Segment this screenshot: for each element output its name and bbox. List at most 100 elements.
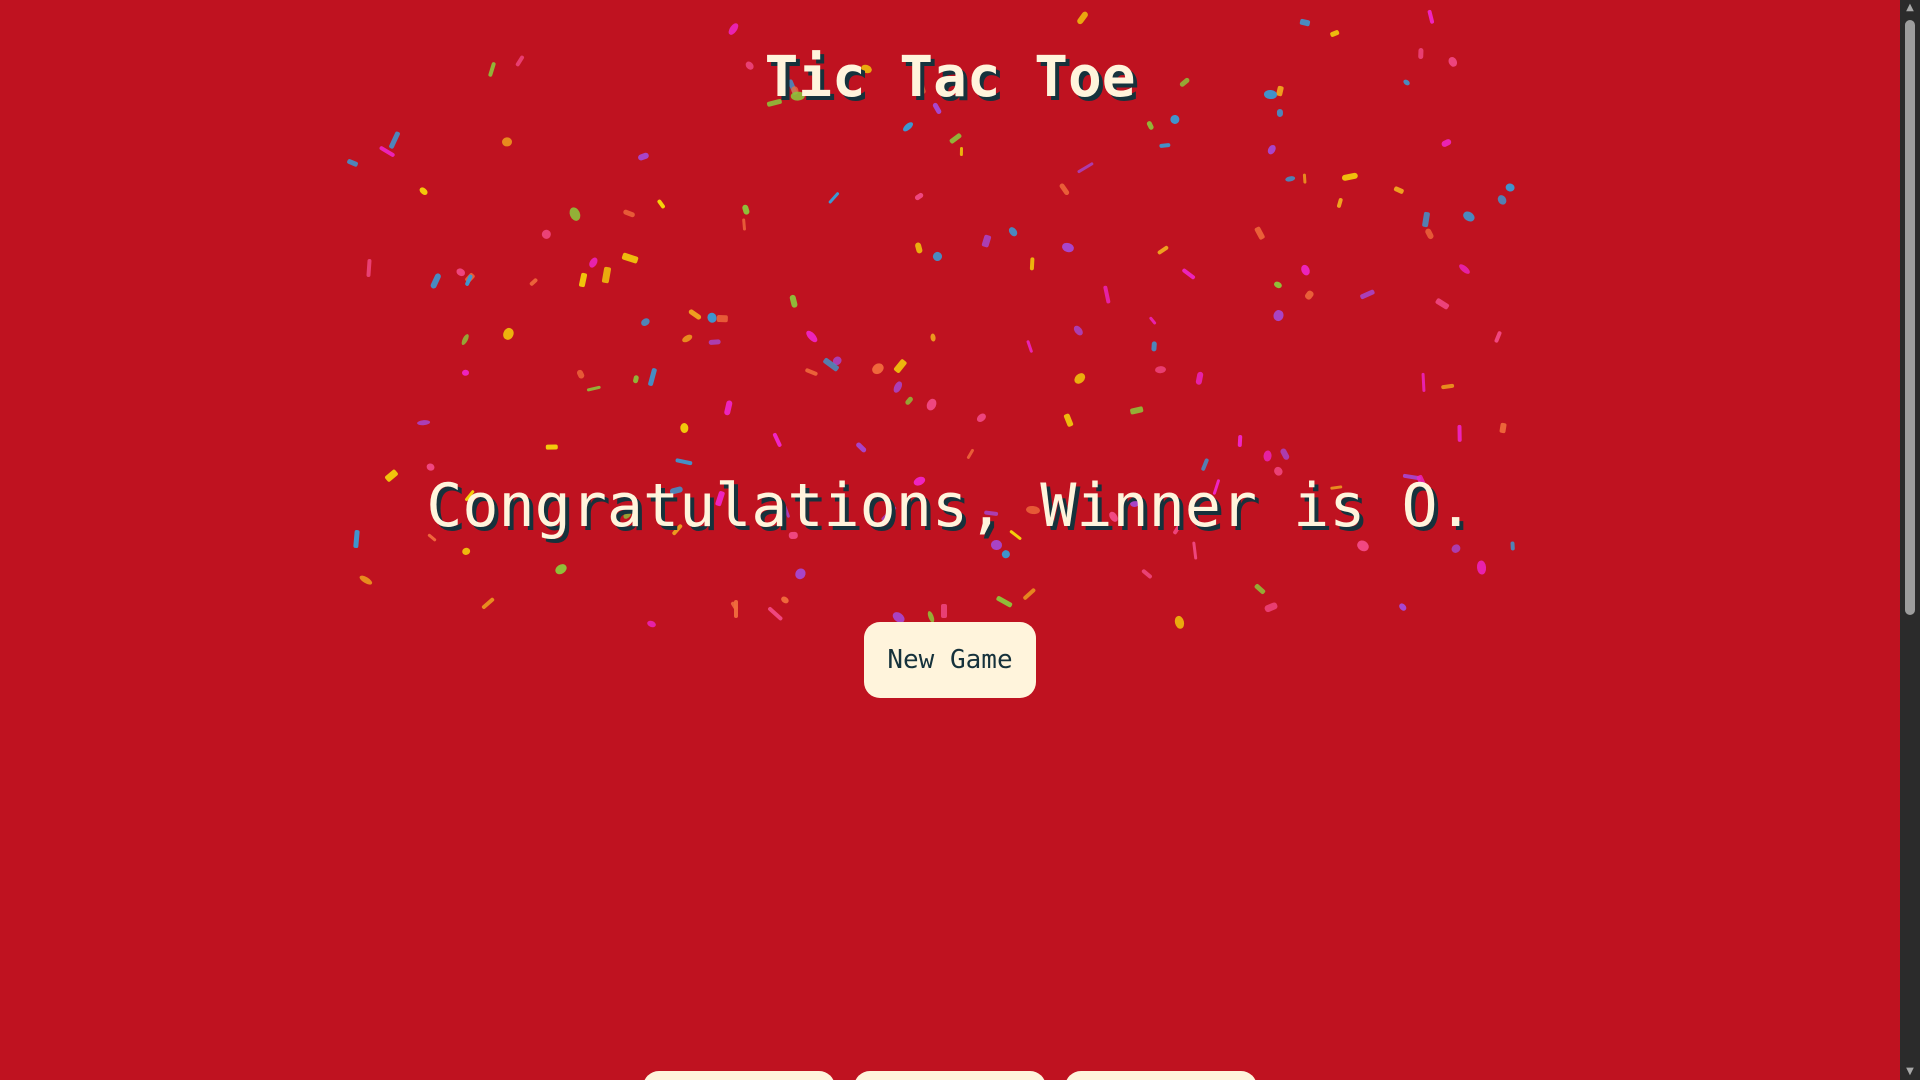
vertical-scrollbar[interactable]: ▲ ▼ [1900,0,1920,1080]
confetti-piece [1060,241,1075,254]
confetti-piece [681,332,694,344]
confetti-piece [1494,330,1503,344]
confetti-piece [501,136,512,148]
confetti-piece [1392,185,1405,195]
confetti-piece [960,147,964,157]
confetti-piece [1434,297,1450,311]
confetti-piece [1504,182,1515,193]
confetti-piece [1439,137,1452,148]
game-page: Tic Tac Toe Congratulations, Winner is O… [0,0,1900,1080]
confetti-piece [1421,372,1426,392]
confetti-piece [1495,193,1508,207]
confetti-piece [822,356,840,372]
confetti-piece [587,255,600,269]
confetti-piece [459,332,470,346]
confetti-piece [772,431,783,447]
confetti-piece [901,120,915,133]
confetti-piece [1006,225,1019,238]
confetti-piece [767,606,784,622]
mode-button-3[interactable] [1065,1071,1257,1080]
confetti-piece [1450,542,1463,554]
confetti-piece [1299,18,1311,27]
confetti-piece [1063,413,1074,428]
confetti-piece [464,272,476,284]
confetti-piece [1148,315,1157,325]
confetti-piece [1156,244,1170,255]
confetti-piece [1159,143,1171,149]
confetti-piece [455,266,467,278]
confetti-piece [1194,371,1204,386]
confetti-piece [1304,289,1315,301]
confetti-piece [828,191,841,205]
confetti-piece [931,250,944,262]
confetti-piece [1022,587,1037,601]
winner-message: Congratulations, Winner is O. [426,471,1474,541]
confetti-piece [893,358,907,373]
confetti-piece [1284,175,1296,183]
confetti-piece [1141,568,1153,579]
confetti-piece [540,228,553,241]
mode-button-2[interactable] [854,1071,1046,1080]
confetti-piece [708,339,721,345]
confetti-piece [706,312,718,325]
scroll-up-arrow-icon[interactable]: ▲ [1900,0,1920,16]
confetti-piece [741,218,746,232]
confetti-piece [1169,113,1181,125]
confetti-piece [913,241,923,255]
confetti-piece [675,457,694,465]
confetti-piece [1302,173,1307,184]
confetti-piece [1264,601,1279,613]
confetti-piece [1427,9,1435,24]
confetti-piece [1457,262,1472,276]
confetti-piece [1397,601,1407,611]
confetti-piece [429,272,442,290]
confetti-piece [1146,119,1155,130]
mode-button-1[interactable] [643,1071,835,1080]
confetti-piece [366,258,372,277]
confetti-piece [1336,197,1343,209]
confetti-piece [870,360,886,376]
confetti-piece [981,233,992,248]
confetti-piece [1058,182,1071,196]
confetti-piece [1025,339,1034,353]
confetti-piece [1150,341,1157,353]
confetti-piece [417,186,429,197]
confetti-piece [378,145,396,158]
new-game-button[interactable]: New Game [864,622,1036,698]
confetti-piece [793,566,808,582]
confetti-piece [1341,172,1358,182]
confetti-piece [601,266,612,283]
confetti-piece [1458,424,1463,442]
confetti-piece [949,132,963,145]
confetti-piece [1191,542,1198,561]
confetti-piece [892,380,904,395]
confetti-piece [587,385,602,392]
confetti-piece [1499,422,1507,435]
confetti-piece [975,411,988,424]
confetti-piece [1076,10,1090,26]
confetti-piece [645,619,657,629]
confetti-piece [804,329,819,344]
confetti-piece [929,333,936,343]
confetti-piece [1253,226,1266,241]
confetti-piece [734,600,739,619]
scrollbar-thumb[interactable] [1905,20,1915,615]
scroll-down-arrow-icon[interactable]: ▼ [1900,1064,1920,1080]
confetti-piece [1155,365,1167,374]
confetti-piece [460,546,471,557]
confetti-piece [545,444,559,450]
confetti-piece [1424,227,1435,240]
confetti-piece [831,354,844,367]
confetti-piece [723,399,733,416]
confetti-piece [1421,211,1430,228]
confetti-piece [914,192,925,202]
confetti-piece [1072,324,1085,337]
confetti-piece [680,422,689,434]
confetti-piece [1272,308,1286,323]
confetti-piece [717,315,729,323]
confetti-piece [358,574,373,587]
confetti-piece [502,326,516,341]
confetti-piece [481,597,496,611]
confetti-piece [854,441,868,454]
confetti-piece [1000,548,1011,559]
